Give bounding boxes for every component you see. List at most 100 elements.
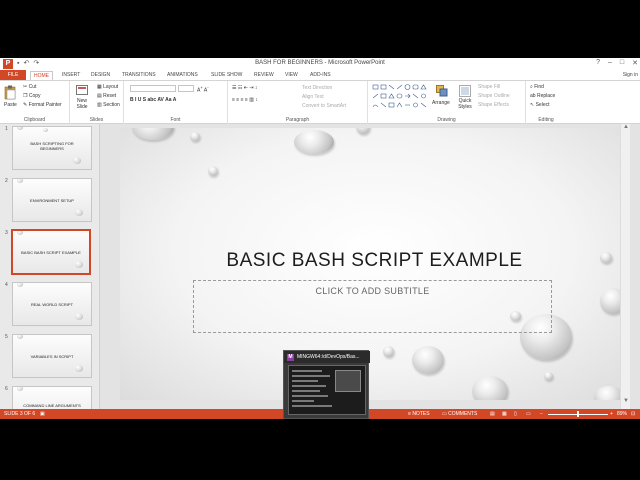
window-controls: ? – □ ✕ [596, 59, 638, 67]
copy-icon: ❐ [23, 93, 28, 99]
normal-view-icon[interactable]: ▤ [490, 411, 495, 417]
water-drop [132, 128, 174, 140]
tab-design[interactable]: DESIGN [88, 71, 113, 80]
zoom-level[interactable]: 89% [617, 411, 627, 417]
clipboard-group: Paste ✂ Cut ❐ Copy ✎ Format Painter Clip… [0, 81, 70, 124]
scroll-down-icon[interactable]: ▼ [623, 398, 629, 404]
tab-review[interactable]: REVIEW [251, 71, 277, 80]
format-painter-button[interactable]: ✎ Format Painter [23, 102, 62, 108]
replace-button[interactable]: ab Replace [530, 93, 555, 99]
close-button[interactable]: ✕ [632, 59, 638, 67]
paragraph-group: ☰ ☷ ⇤ ⇥ ↕ ≡ ≡ ≡ ≡ ▥ ↕ Text Direction Ali… [228, 81, 368, 124]
cut-button[interactable]: ✂ Cut [23, 84, 36, 90]
font-size-select[interactable] [178, 85, 194, 92]
zoom-in-icon[interactable]: + [610, 411, 613, 417]
quick-styles-icon[interactable] [459, 85, 471, 97]
maximize-button[interactable]: □ [620, 59, 624, 67]
arrange-button[interactable]: Arrange [432, 100, 450, 106]
layout-label: Layout [103, 84, 119, 90]
quick-styles-button[interactable]: Quick Styles [456, 98, 474, 110]
fit-slide-icon[interactable]: ⊡ [631, 411, 635, 417]
slide-thumbnail-panel[interactable]: 1 BASH SCRIPTING FOR BEGINNERS 2 ENVIRON… [0, 124, 100, 409]
section-button[interactable]: ▥ Section [97, 102, 120, 108]
slideshow-icon[interactable]: ▭ [526, 411, 531, 417]
water-drop [75, 365, 83, 372]
paste-icon[interactable] [4, 85, 17, 100]
convert-smartart-button[interactable]: Convert to SmartArt [302, 103, 346, 109]
tab-slide-show[interactable]: SLIDE SHOW [208, 71, 245, 80]
font-family-select[interactable] [130, 85, 176, 92]
scroll-up-icon[interactable]: ▲ [623, 124, 629, 130]
arrange-icon[interactable] [436, 85, 448, 97]
tab-file[interactable]: FILE [0, 70, 26, 80]
drawing-group-label: Drawing [437, 117, 456, 123]
tab-view[interactable]: VIEW [282, 71, 301, 80]
spell-check-icon[interactable]: ▣ [40, 411, 45, 417]
tab-home[interactable]: HOME [30, 71, 53, 80]
notes-icon: ≡ [408, 411, 411, 417]
tab-transitions[interactable]: TRANSITIONS [119, 71, 159, 80]
taskbar-preview-popup[interactable]: M MINGW64:/d/DevOps/Bas... [283, 350, 370, 419]
subtitle-placeholder[interactable]: CLICK TO ADD SUBTITLE [193, 280, 552, 333]
paste-button[interactable]: Paste [4, 102, 17, 108]
tab-animations[interactable]: ANIMATIONS [164, 71, 201, 80]
notes-button[interactable]: ≡ NOTES [408, 411, 430, 417]
slide-title[interactable]: BASIC BASH SCRIPT EXAMPLE [120, 250, 629, 272]
select-button[interactable]: ↖ Select [530, 102, 550, 108]
new-slide-button[interactable]: New Slide [74, 98, 90, 110]
slide-thumbnail-1[interactable]: BASH SCRIPTING FOR BEGINNERS [12, 126, 92, 170]
shapes-gallery[interactable] [372, 84, 430, 112]
sign-in-link[interactable]: Sign in [623, 71, 638, 80]
zoom-out-icon[interactable]: − [540, 411, 543, 417]
new-slide-icon[interactable] [76, 85, 88, 95]
help-icon[interactable]: ? [596, 59, 600, 67]
zoom-slider-handle[interactable] [577, 411, 579, 417]
align-buttons-icon[interactable]: ≡ ≡ ≡ ≡ ▥ ↕ [232, 97, 258, 103]
ribbon: Paste ✂ Cut ❐ Copy ✎ Format Painter Clip… [0, 80, 640, 124]
replace-label: Replace [536, 93, 556, 99]
slides-group-label: Slides [89, 117, 104, 123]
slide-thumbnail-2[interactable]: ENVIRONMENT SETUP [12, 178, 92, 222]
thumbnail-title: REAL WORLD SCRIPT [30, 302, 74, 307]
font-format-buttons[interactable]: B I U S abc AV Aa A [130, 97, 176, 103]
slide[interactable]: BASIC BASH SCRIPT EXAMPLE CLICK TO ADD S… [120, 128, 629, 400]
drawing-group: Arrange Quick Styles Shape Fill Shape Ou… [368, 81, 526, 124]
slide-thumbnail-4[interactable]: REAL WORLD SCRIPT [12, 282, 92, 326]
layout-icon: ▦ [97, 84, 102, 90]
comments-label: COMMENTS [448, 411, 478, 417]
mingw-icon: M [287, 353, 294, 361]
editing-group-label: Editing [538, 117, 554, 123]
layout-button[interactable]: ▦ Layout [97, 84, 118, 90]
font-grow-icon[interactable]: A+ A- [197, 85, 209, 94]
shape-effects-button[interactable]: Shape Effects [478, 102, 509, 108]
tab-add-ins[interactable]: ADD-INS [307, 71, 334, 80]
water-drop [190, 132, 200, 141]
shape-outline-button[interactable]: Shape Outline [478, 93, 510, 99]
water-drop [73, 157, 81, 164]
text-direction-button[interactable]: Text Direction [302, 85, 332, 91]
minimize-button[interactable]: – [608, 59, 612, 67]
subtitle-placeholder-text: CLICK TO ADD SUBTITLE [315, 286, 430, 296]
shape-fill-button[interactable]: Shape Fill [478, 84, 500, 90]
comments-button[interactable]: ▭ COMMENTS [442, 411, 477, 417]
list-buttons-icon[interactable]: ☰ ☷ ⇤ ⇥ ↕ [232, 85, 257, 91]
copy-button[interactable]: ❐ Copy [23, 93, 41, 99]
terminal-preview[interactable] [288, 365, 366, 415]
terminal-text-line [292, 400, 314, 402]
reading-view-icon[interactable]: ▯ [514, 411, 517, 417]
thumbnail-number: 3 [5, 230, 8, 236]
slide-thumbnail-5[interactable]: VARIABLES IN SCRIPT [12, 334, 92, 378]
align-text-button[interactable]: Align Text [302, 94, 324, 100]
find-button[interactable]: ⌕ Find [530, 84, 544, 90]
tab-insert[interactable]: INSERT [59, 71, 83, 80]
slide-sorter-icon[interactable]: ▦ [502, 411, 507, 417]
slide-thumbnail-3[interactable]: BASIC BASH SCRIPT EXAMPLE [11, 229, 91, 275]
thumbnail-number: 5 [5, 334, 8, 340]
reset-button[interactable]: ▤ Reset [97, 93, 116, 99]
vertical-scrollbar[interactable]: ▲ ▼ [620, 124, 630, 409]
comment-icon: ▭ [442, 411, 447, 417]
slide-thumbnail-6[interactable]: COMMAND LINE ARGUMENTS [12, 386, 92, 409]
water-drop [412, 346, 444, 374]
clipboard-group-label: Clipboard [23, 117, 46, 123]
copy-label: Copy [28, 93, 41, 99]
